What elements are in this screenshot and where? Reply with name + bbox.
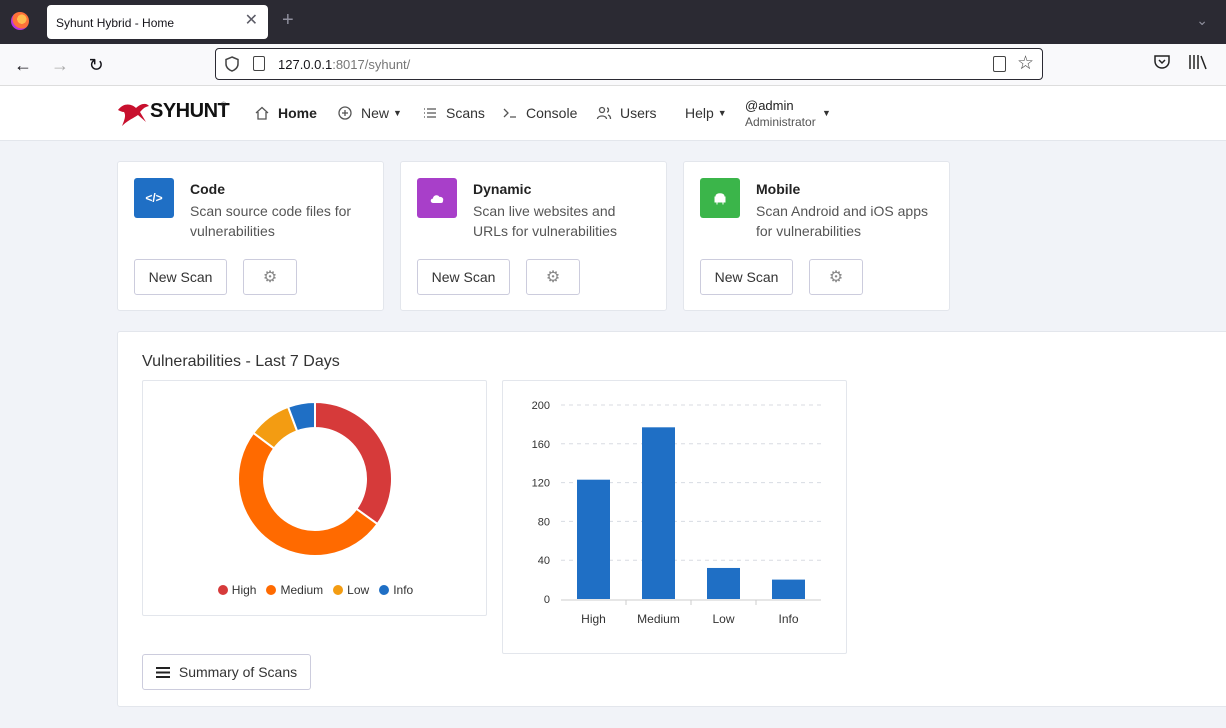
syhunt-logo[interactable]: SYHUNT ®	[116, 98, 230, 128]
legend-item-low[interactable]: Low	[333, 583, 369, 597]
y-tick-label: 120	[532, 478, 550, 490]
legend-dot	[379, 585, 390, 595]
summary-of-scans-button[interactable]: Summary of Scans	[142, 654, 311, 690]
legend-dot	[266, 585, 277, 595]
back-icon[interactable]: ←	[10, 52, 36, 78]
card-desc: Scan Android and iOS apps for vulnerabil…	[756, 203, 929, 239]
legend-label: Info	[393, 583, 414, 597]
settings-button[interactable]: ⚙	[526, 259, 580, 295]
bar-medium[interactable]	[642, 427, 675, 599]
shield-icon[interactable]	[224, 56, 240, 72]
users-icon	[596, 106, 612, 120]
y-tick-label: 40	[538, 555, 550, 567]
new-scan-button[interactable]: New Scan	[134, 259, 227, 295]
menu-console[interactable]: Console	[502, 105, 577, 121]
chart-legend: High Medium Low Info	[143, 583, 488, 598]
chevron-down-icon: ▼	[717, 108, 727, 118]
bar-info[interactable]	[772, 579, 805, 599]
y-tick-label: 160	[532, 439, 550, 451]
forward-icon[interactable]: →	[47, 52, 73, 78]
user-role: Administrator	[745, 115, 816, 129]
legend-label: High	[231, 583, 257, 597]
card-desc: Scan source code files for vulnerabiliti…	[190, 203, 352, 239]
donut-chart: High Medium Low Info	[142, 380, 487, 616]
tab-title: Syhunt Hybrid - Home	[56, 16, 175, 30]
card-title: Mobile	[756, 181, 801, 197]
vulnerabilities-panel: Vulnerabilities - Last 7 Days High Medium…	[117, 331, 1226, 707]
reload-icon[interactable]: ↻	[83, 52, 109, 78]
list-icon	[424, 108, 436, 118]
legend-label: Low	[347, 583, 370, 597]
chevron-down-icon[interactable]: ⌄	[1196, 12, 1208, 29]
x-tick-label: Low	[712, 612, 734, 626]
menu-scans[interactable]: Scans	[422, 105, 485, 121]
y-tick-label: 80	[538, 516, 550, 528]
donut-slice-high[interactable]	[314, 400, 393, 526]
new-scan-button[interactable]: New Scan	[700, 259, 793, 295]
y-tick-label: 200	[532, 400, 550, 412]
reader-view-icon[interactable]	[993, 56, 1006, 72]
terminal-icon	[503, 108, 516, 118]
x-tick-label: Info	[778, 612, 798, 626]
bar-chart-svg: 0 40 80 120 160 200 High Medium Low Info	[532, 400, 821, 626]
legend-dot	[333, 585, 344, 595]
plus-circle-icon	[338, 106, 352, 120]
url-text[interactable]: 127.0.0.1:8017/syhunt/	[278, 57, 410, 72]
menu-users[interactable]: Users	[596, 105, 657, 121]
star-icon[interactable]: ☆	[1017, 52, 1034, 75]
page-icon	[253, 56, 265, 71]
user-menu[interactable]: @admin Administrator	[745, 98, 816, 129]
card-code: </> Code Scan source code files for vuln…	[117, 161, 384, 311]
donut-chart-svg	[237, 400, 393, 557]
chevron-down-icon: ▼	[393, 108, 402, 118]
code-icon: </>	[134, 178, 174, 218]
chevron-down-icon[interactable]: ▼	[822, 108, 831, 118]
firefox-icon	[11, 12, 29, 30]
bar-high[interactable]	[577, 479, 610, 599]
close-icon[interactable]: ✕	[245, 12, 258, 30]
pocket-icon[interactable]	[1153, 53, 1171, 71]
menu-help[interactable]: Help ▼	[685, 105, 727, 121]
syhunt-bird-icon	[118, 103, 149, 126]
legend-label: Medium	[280, 583, 324, 597]
settings-button[interactable]: ⚙	[243, 259, 297, 295]
android-icon	[700, 178, 740, 218]
bar-low[interactable]	[707, 567, 740, 599]
url-bar[interactable]: 127.0.0.1:8017/syhunt/ ☆	[215, 48, 1043, 80]
gear-icon: ⚙	[545, 269, 561, 286]
card-dynamic: Dynamic Scan live websites and URLs for …	[400, 161, 667, 311]
user-name: @admin	[745, 98, 794, 113]
new-tab-icon[interactable]: +	[282, 10, 294, 30]
x-tick-label: Medium	[637, 612, 680, 626]
settings-button[interactable]: ⚙	[809, 259, 863, 295]
legend-item-info[interactable]: Info	[379, 583, 413, 597]
library-icon[interactable]	[1188, 53, 1208, 71]
bar-chart: 0 40 80 120 160 200 High Medium Low Info	[502, 380, 847, 654]
donut-slice-medium[interactable]	[237, 431, 379, 557]
legend-item-high[interactable]: High	[217, 583, 257, 597]
card-title: Code	[190, 181, 225, 197]
legend-dot	[217, 585, 228, 595]
panel-title: Vulnerabilities - Last 7 Days	[142, 353, 340, 370]
list-icon	[155, 666, 170, 678]
legend-item-medium[interactable]: Medium	[266, 583, 323, 597]
card-desc: Scan live websites and URLs for vulnerab…	[473, 203, 617, 239]
y-tick-label: 0	[544, 594, 550, 606]
cloud-icon	[417, 178, 457, 218]
browser-navbar: ← → ↻ 127.0.0.1:8017/syhunt/ ☆	[0, 44, 1226, 86]
card-title: Dynamic	[473, 181, 532, 197]
home-icon	[255, 106, 269, 120]
card-mobile: Mobile Scan Android and iOS apps for vul…	[683, 161, 950, 311]
gear-icon: ⚙	[828, 269, 844, 286]
menu-new[interactable]: New ▼	[337, 105, 402, 121]
app-header: SYHUNT ® Home New ▼ Scans Console Users H…	[0, 86, 1226, 141]
gear-icon: ⚙	[262, 269, 278, 286]
new-scan-button[interactable]: New Scan	[417, 259, 510, 295]
browser-tabbar: Syhunt Hybrid - Home ✕ + ⌄	[0, 0, 1226, 44]
menu-home[interactable]: Home	[254, 105, 317, 121]
browser-tab[interactable]: Syhunt Hybrid - Home ✕	[47, 5, 268, 39]
x-tick-label: High	[581, 612, 606, 626]
